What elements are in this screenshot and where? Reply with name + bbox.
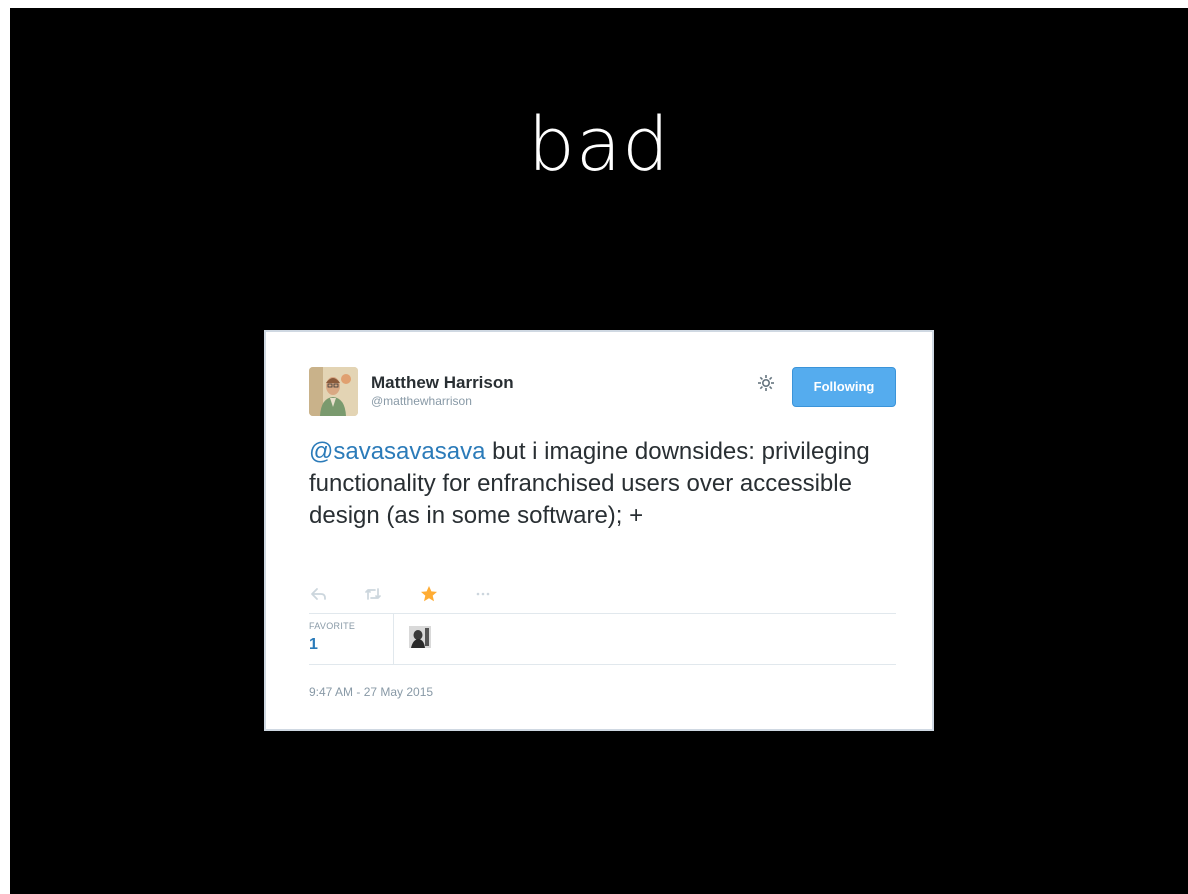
user-avatar[interactable] xyxy=(309,367,358,416)
following-button[interactable]: Following xyxy=(792,367,896,407)
user-name[interactable]: Matthew Harrison xyxy=(371,373,514,393)
favoriter-avatar[interactable] xyxy=(409,626,431,648)
stats-top-divider xyxy=(309,613,896,614)
stats-separator xyxy=(393,614,394,664)
favorite-stat-count[interactable]: 1 xyxy=(309,636,318,654)
mention-link[interactable]: @savasavasava xyxy=(309,438,485,465)
tweet-text: @savasavasava but i imagine downsides: p… xyxy=(309,436,909,532)
gear-icon[interactable] xyxy=(756,373,776,393)
tweet-card: Matthew Harrison @matthewharrison Follow… xyxy=(264,330,934,731)
favorite-star-icon[interactable] xyxy=(419,584,439,604)
slide-title: bad xyxy=(527,102,671,188)
user-avatar-illustration xyxy=(309,367,358,416)
stats-bottom-divider xyxy=(309,664,896,665)
more-icon[interactable] xyxy=(473,584,493,604)
retweet-icon[interactable] xyxy=(363,584,383,604)
slide: bad Matthew Harrison @matthewharrison Fo… xyxy=(10,8,1188,894)
user-handle[interactable]: @matthewharrison xyxy=(371,394,472,408)
favorite-stat-label: FAVORITE xyxy=(309,621,356,631)
reply-icon[interactable] xyxy=(309,584,329,604)
tweet-actions xyxy=(309,584,569,604)
tweet-timestamp[interactable]: 9:47 AM - 27 May 2015 xyxy=(309,685,433,699)
